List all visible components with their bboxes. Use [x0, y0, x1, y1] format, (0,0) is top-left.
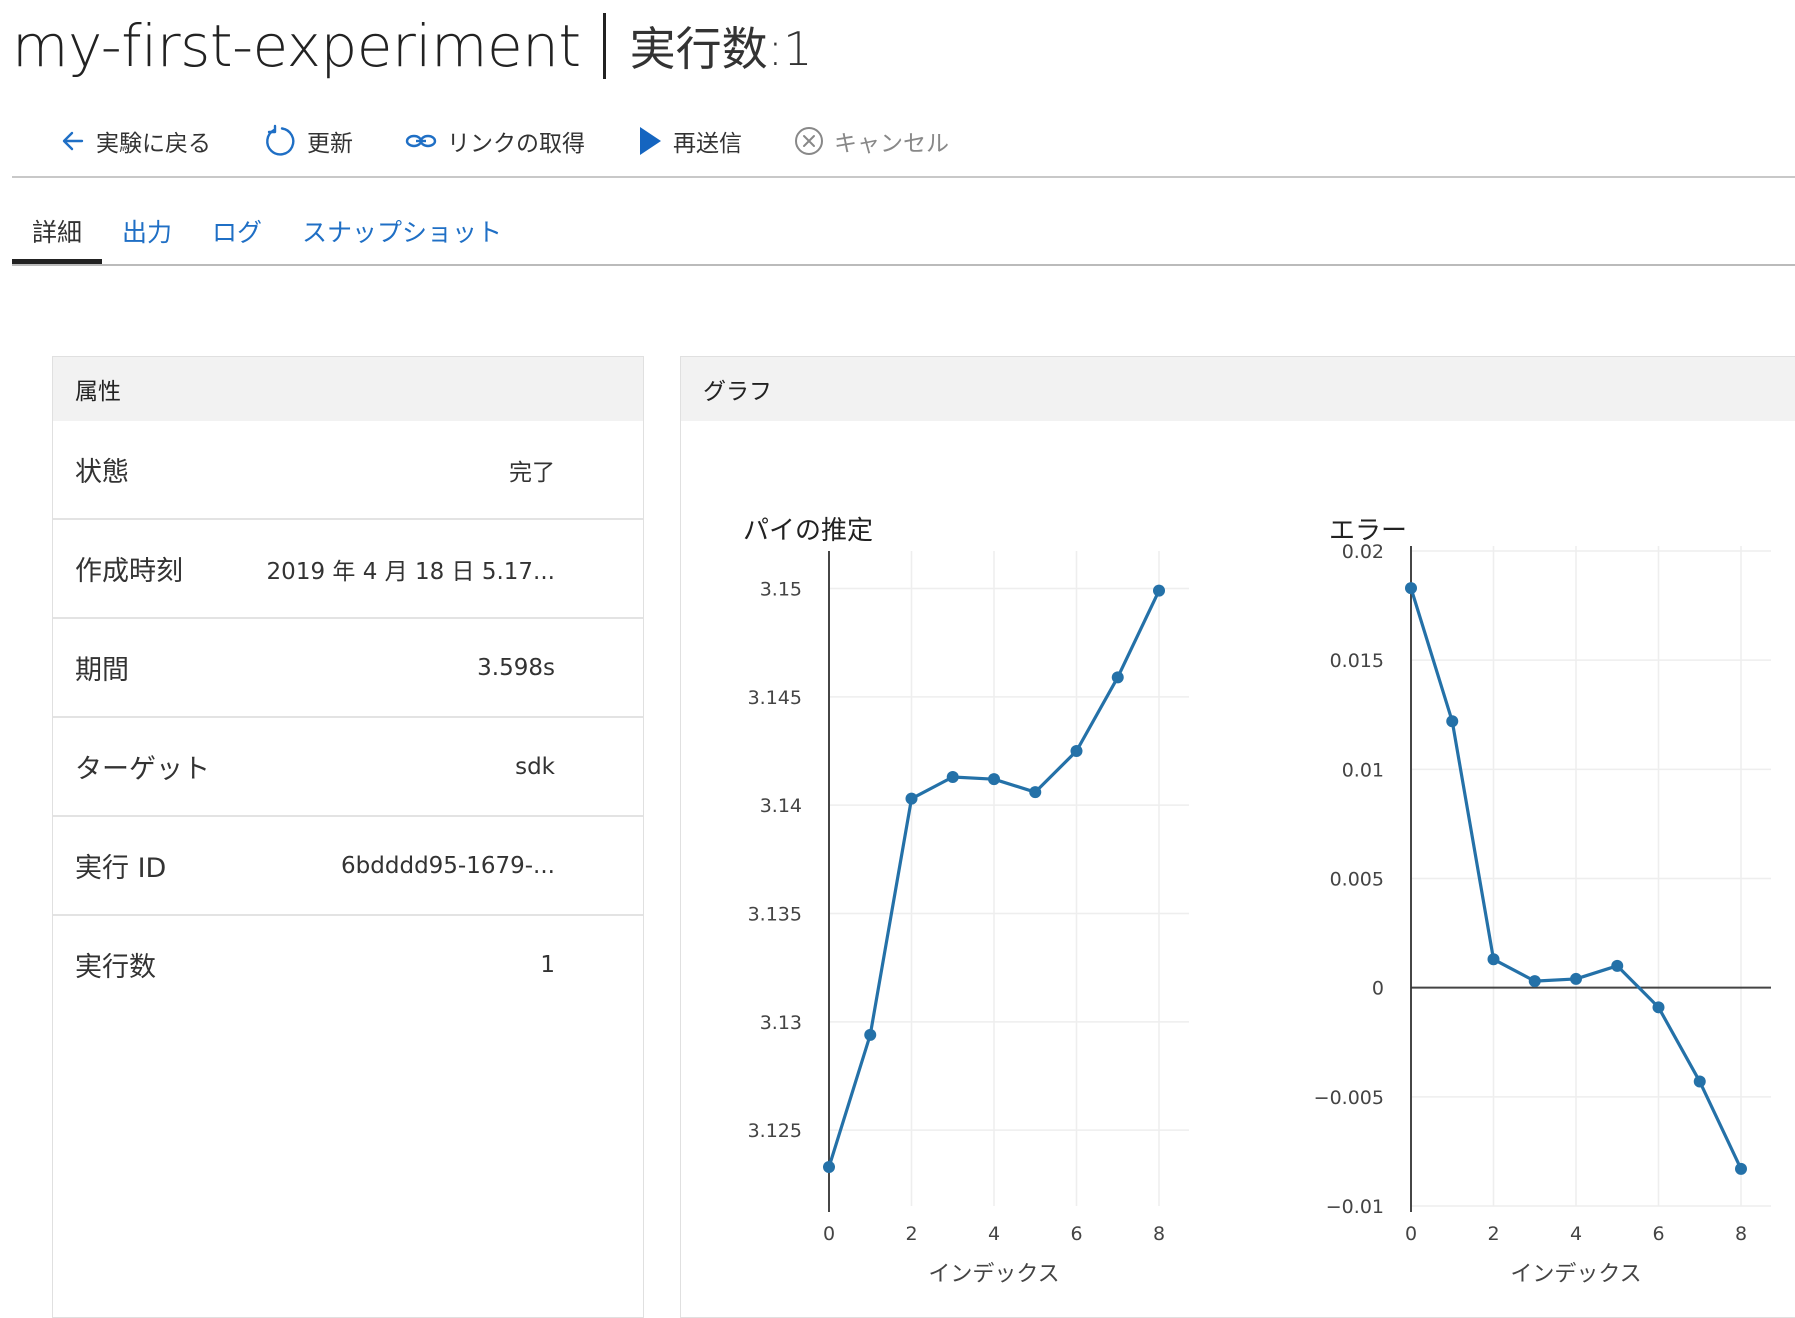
- cancel-label: キャンセル: [834, 131, 949, 157]
- x-tick-label: 2: [1487, 1223, 1499, 1245]
- x-tick-label: 0: [1405, 1223, 1417, 1245]
- y-tick-label: 3.13: [760, 1012, 802, 1034]
- run-count-label: 実行数:1: [629, 22, 813, 76]
- chart-1: パイの推定 3.125 3.13 3.135 3.14 3.145 3.15 0 2 4 6 8 インデ…: [743, 516, 1189, 1287]
- x-tick-label: 4: [1570, 1223, 1582, 1245]
- tab-details[interactable]: 詳細: [12, 210, 103, 264]
- x-axis-label: インデックス: [1510, 1262, 1641, 1287]
- property-label: ターゲット: [75, 754, 210, 785]
- property-label: 期間: [75, 655, 129, 686]
- command-bar: 実験に戻る 更新 リンクの取得 再送信 キャンセル: [60, 118, 1001, 164]
- refresh-label: 更新: [307, 131, 353, 157]
- properties-list: 状態 完了作成時刻 2019 年 4 月 18 日 5.17... 期間 3.598s タ…: [53, 421, 643, 1013]
- get-link-label: リンクの取得: [447, 131, 585, 157]
- property-row: 実行 ID 6bdddd95-1679-...: [53, 817, 643, 916]
- back-to-experiment-label: 実験に戻る: [96, 131, 211, 157]
- tab-snapshot[interactable]: スナップショット: [282, 210, 522, 264]
- toolbar-divider: [12, 176, 1795, 178]
- data-point: [1070, 745, 1083, 757]
- data-point: [1611, 959, 1624, 972]
- y-tick-label: 3.15: [760, 579, 802, 601]
- property-value: 6bdddd95-1679-...: [341, 852, 555, 879]
- property-row: 状態 完了: [53, 421, 643, 520]
- data-point: [1405, 582, 1417, 595]
- y-tick-label: 3.14: [760, 795, 802, 817]
- data-point: [1111, 671, 1124, 684]
- data-point: [864, 1028, 877, 1041]
- property-value: 3.598s: [477, 654, 555, 681]
- y-tick-label: 3.145: [748, 687, 802, 709]
- y-tick-label: 0.02: [1342, 541, 1384, 563]
- link-icon: [405, 131, 437, 151]
- tab-bar: 詳細 出力 ログ スナップショット: [12, 210, 522, 264]
- y-tick-label: 0.005: [1330, 869, 1384, 891]
- resubmit-label: 再送信: [673, 131, 742, 157]
- data-point: [823, 1161, 835, 1173]
- x-tick-label: 6: [1652, 1223, 1664, 1245]
- x-tick-label: 2: [905, 1223, 917, 1245]
- cancel-circle-icon: [794, 126, 824, 156]
- data-point: [1153, 584, 1165, 597]
- arrow-left-icon: [60, 128, 86, 154]
- y-tick-label: 0.01: [1342, 759, 1384, 781]
- data-point: [1735, 1162, 1747, 1175]
- property-value: 2019 年 4 月 18 日 5.17...: [266, 558, 555, 585]
- y-tick-label: 3.135: [748, 904, 802, 926]
- x-axis-label: インデックス: [928, 1262, 1059, 1287]
- properties-title: 属性: [53, 357, 643, 421]
- x-tick-label: 6: [1070, 1223, 1082, 1245]
- x-tick-label: 4: [988, 1223, 1000, 1245]
- graphs-title: グラフ: [681, 357, 1795, 421]
- x-tick-label: 0: [823, 1223, 835, 1245]
- data-point: [1446, 715, 1459, 728]
- tab-outputs[interactable]: 出力: [102, 210, 192, 264]
- refresh-icon: [263, 124, 297, 158]
- x-tick-label: 8: [1735, 1223, 1747, 1245]
- property-row: 期間 3.598s: [53, 619, 643, 718]
- play-icon: [637, 125, 663, 157]
- data-point: [1528, 975, 1541, 988]
- graphs-panel: グラフ パイの推定 3.125 3.13 3.135 3.14 3.145 3.15 0 2 4 6…: [680, 356, 1795, 1318]
- data-point: [1029, 786, 1042, 799]
- cancel-button[interactable]: キャンセル: [794, 124, 949, 158]
- property-label: 作成時刻: [75, 556, 183, 587]
- chart-2: エラー−0.01−0.00500.0050.010.0150.020 2 4 6 8イン…: [1314, 516, 1771, 1287]
- y-tick-label: −0.01: [1326, 1196, 1384, 1218]
- data-point: [905, 792, 918, 805]
- chart-title: パイの推定: [743, 516, 873, 546]
- property-label: 実行 ID: [75, 853, 167, 884]
- title-separator: [602, 13, 606, 79]
- tab-divider: [12, 264, 1795, 266]
- y-tick-label: 3.125: [748, 1120, 802, 1142]
- property-label: 状態: [75, 457, 129, 488]
- data-point: [946, 771, 959, 783]
- get-link-button[interactable]: リンクの取得: [405, 124, 585, 158]
- back-to-experiment-button[interactable]: 実験に戻る: [60, 124, 211, 158]
- property-value: sdk: [515, 753, 555, 780]
- experiment-name: my-first-experiment: [12, 12, 581, 80]
- y-tick-label: −0.005: [1314, 1087, 1384, 1109]
- refresh-button[interactable]: 更新: [263, 124, 353, 158]
- property-label: 実行数: [75, 952, 156, 983]
- tab-logs[interactable]: ログ: [192, 210, 282, 264]
- data-point: [1652, 1001, 1665, 1014]
- property-row: 実行数 1: [53, 916, 643, 1013]
- y-tick-label: 0: [1372, 978, 1384, 1000]
- data-point: [1487, 953, 1500, 966]
- charts-canvas: パイの推定 3.125 3.13 3.135 3.14 3.145 3.15 0 2 4 6 8 インデ…: [743, 516, 1771, 1287]
- data-point: [1570, 972, 1582, 985]
- x-tick-label: 8: [1153, 1223, 1165, 1245]
- resubmit-button[interactable]: 再送信: [637, 124, 742, 158]
- y-tick-label: 0.015: [1330, 650, 1384, 672]
- data-point: [1693, 1075, 1706, 1088]
- property-row: 作成時刻 2019 年 4 月 18 日 5.17...: [53, 520, 643, 619]
- property-row: ターゲット sdk: [53, 718, 643, 817]
- properties-panel: 属性 状態 完了作成時刻 2019 年 4 月 18 日 5.17... 期間 3.59…: [52, 356, 644, 1318]
- data-point: [988, 773, 1000, 786]
- property-value: 完了: [509, 459, 555, 486]
- property-value: 1: [540, 951, 555, 978]
- page-header: my-first-experiment 実行数:1: [12, 6, 812, 86]
